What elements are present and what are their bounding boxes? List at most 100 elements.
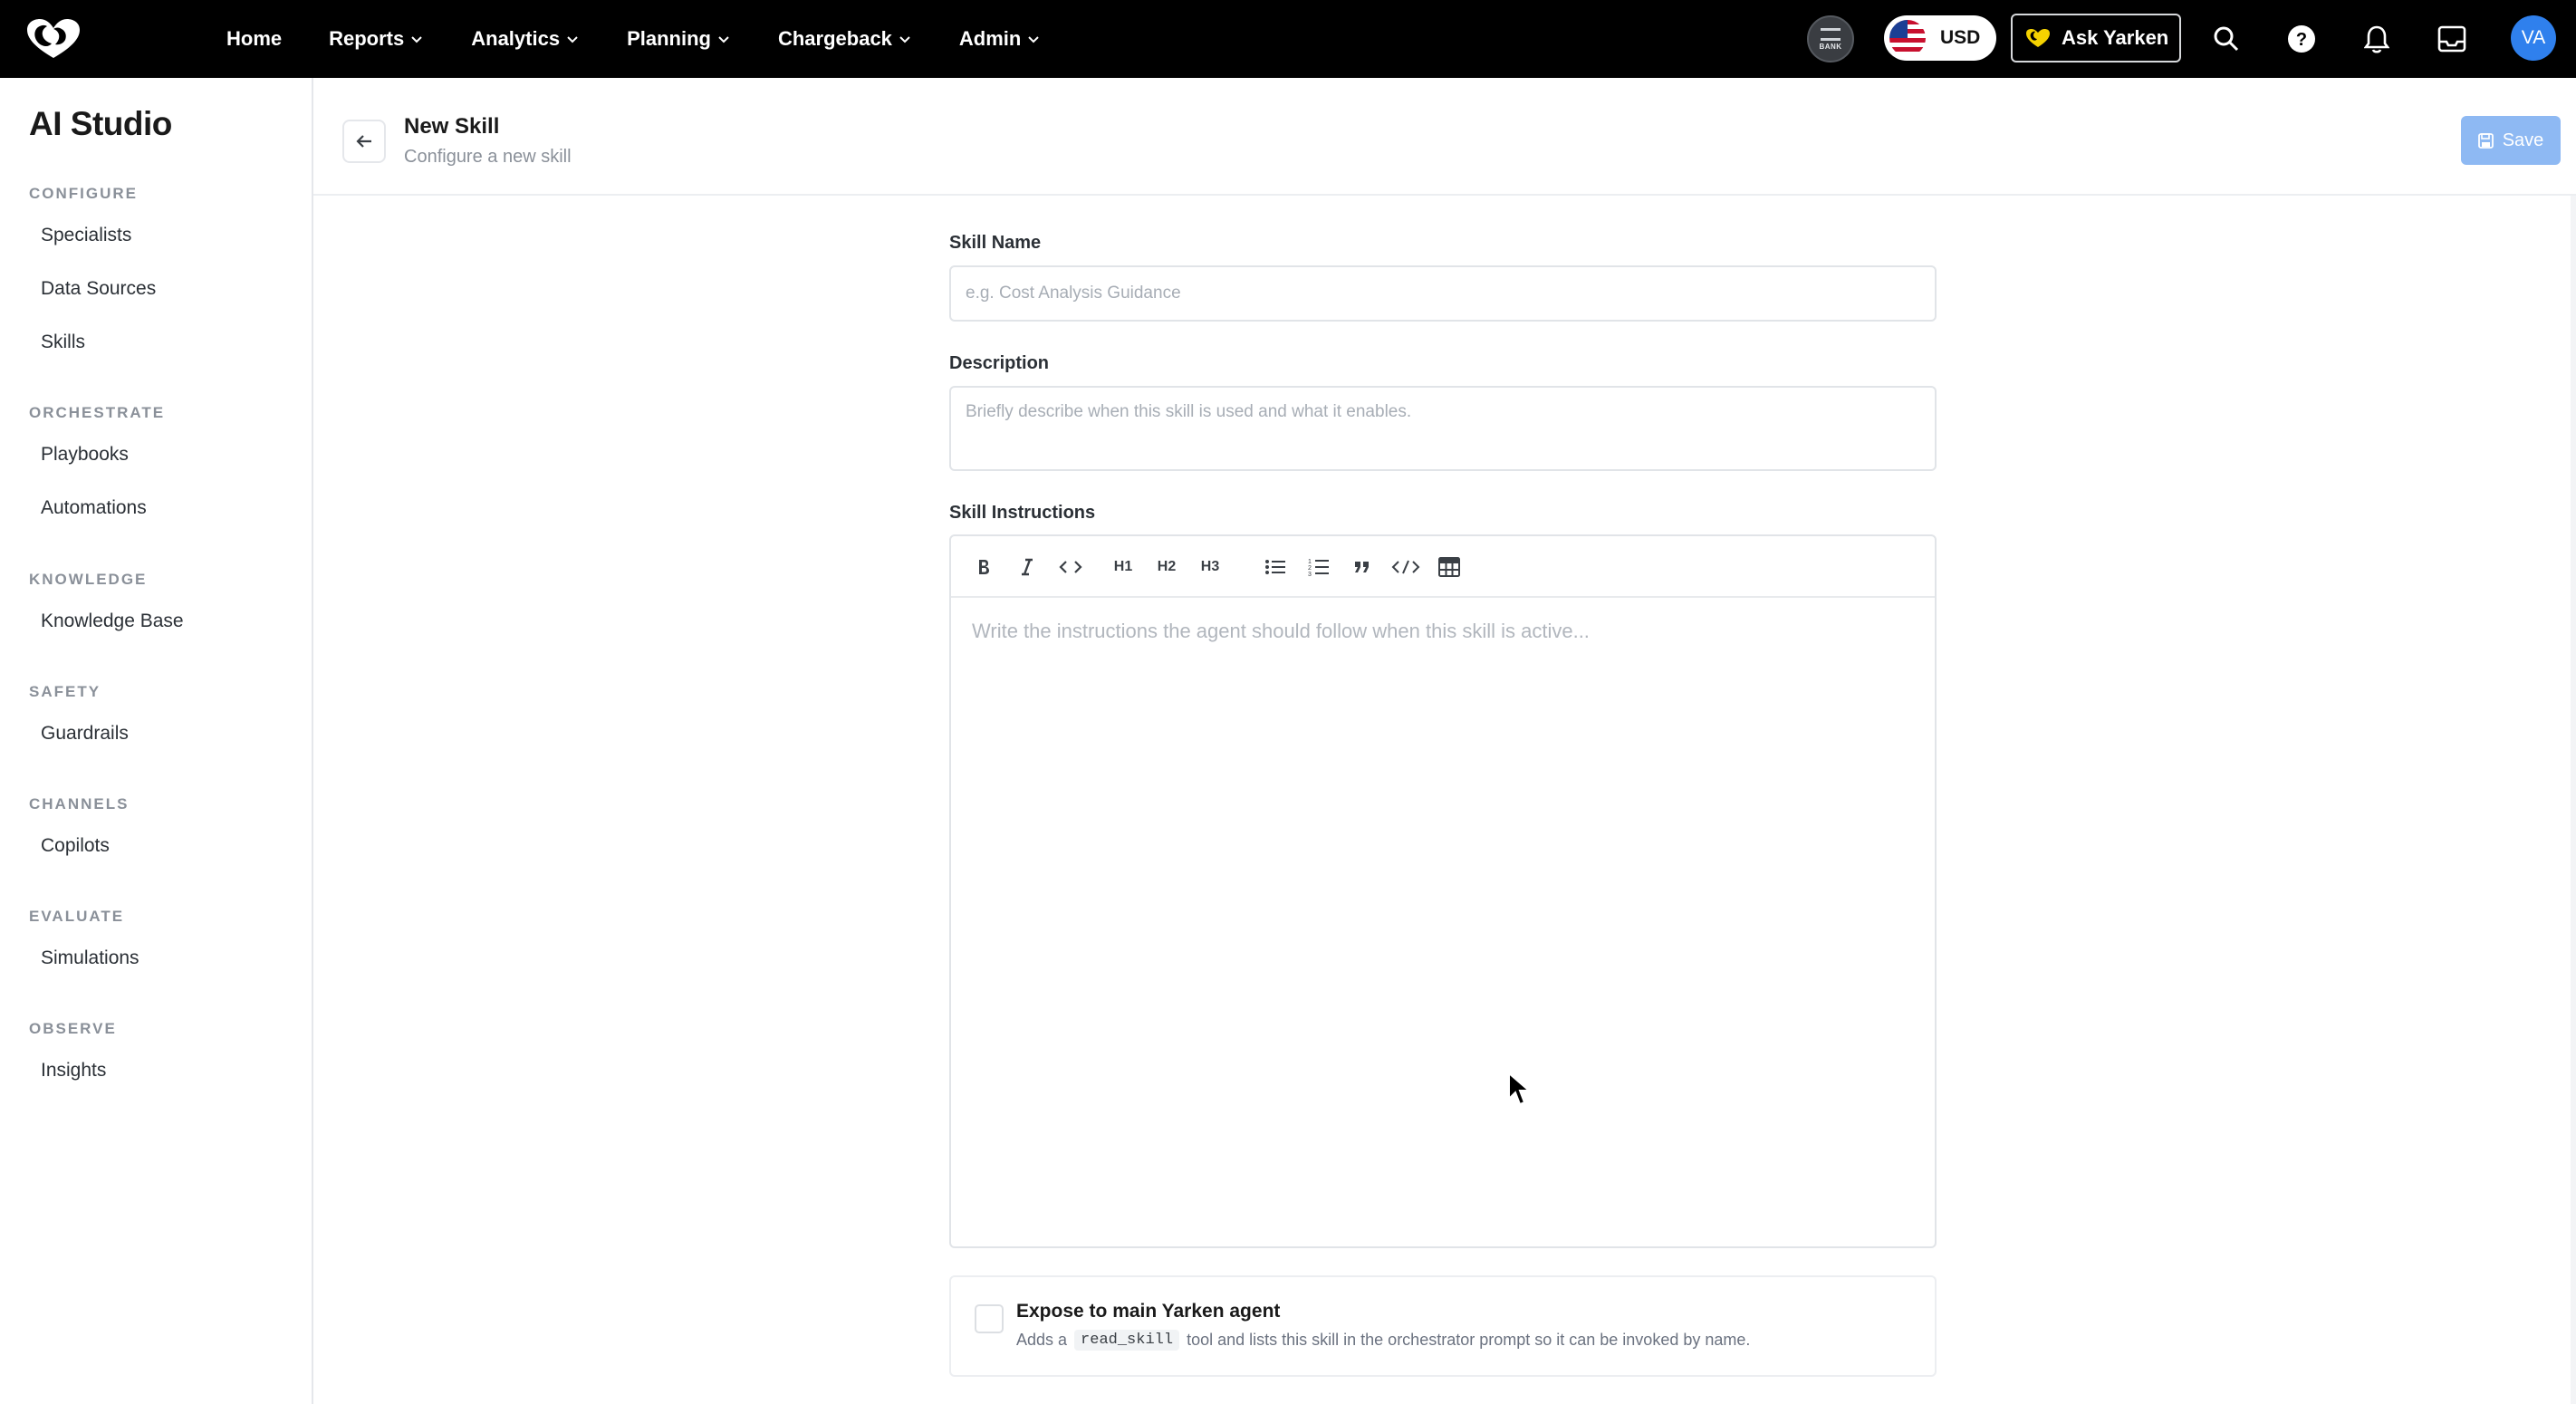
main-menu: Home Reports Analytics Planning Chargeba… (226, 0, 1088, 78)
italic-button[interactable] (1009, 549, 1045, 585)
blockquote-button[interactable] (1344, 549, 1380, 585)
bell-icon (2364, 25, 2389, 53)
italic-icon (1022, 558, 1033, 576)
nav-analytics-label: Analytics (471, 27, 561, 50)
bullet-list-button[interactable] (1257, 549, 1293, 585)
expose-desc-before: Adds a (1016, 1331, 1068, 1349)
sidebar-title: AI Studio (29, 105, 172, 142)
code-block-icon (1391, 560, 1420, 574)
yarken-logo-icon[interactable] (25, 18, 82, 60)
help-button[interactable]: ? (2283, 21, 2320, 57)
code-block-button[interactable] (1388, 549, 1424, 585)
nav-admin-label: Admin (958, 27, 1022, 50)
heading2-button[interactable]: H2 (1149, 549, 1185, 585)
expose-description: Adds a read_skill tool and lists this sk… (1016, 1330, 1750, 1351)
description-label: Description (949, 353, 1050, 373)
sidebar-item-skills[interactable]: Skills (41, 332, 85, 353)
nav-planning[interactable]: Planning (627, 27, 731, 51)
save-label: Save (2502, 130, 2544, 150)
nav-reports-label: Reports (329, 27, 405, 50)
mouse-cursor-icon (1508, 1072, 1532, 1106)
save-button[interactable]: Save (2461, 116, 2561, 165)
sidebar-item-automations[interactable]: Automations (41, 497, 147, 519)
description-input[interactable] (949, 386, 1937, 471)
instructions-placeholder: Write the instructions the agent should … (972, 620, 1590, 642)
top-navigation-bar: Home Reports Analytics Planning Chargeba… (0, 0, 2576, 78)
bank-icon (1821, 27, 1841, 41)
section-orchestrate: ORCHESTRATE (29, 404, 166, 421)
user-avatar[interactable]: VA (2511, 15, 2556, 61)
sidebar-item-guardrails[interactable]: Guardrails (41, 723, 129, 745)
skill-name-input[interactable] (949, 265, 1937, 322)
back-button[interactable] (342, 120, 386, 163)
bank-switcher[interactable]: BANK (1807, 15, 1854, 63)
arrow-left-icon (356, 135, 371, 148)
heading3-button[interactable]: H3 (1192, 549, 1228, 585)
search-button[interactable] (2208, 21, 2244, 57)
editor-toolbar: H1 H2 H3 123 (951, 536, 1935, 598)
section-knowledge: KNOWLEDGE (29, 571, 148, 588)
heading1-button[interactable]: H1 (1105, 549, 1141, 585)
table-icon (1438, 557, 1460, 577)
expose-option-card: Expose to main Yarken agent Adds a read_… (949, 1275, 1937, 1377)
section-evaluate: EVALUATE (29, 908, 125, 925)
inline-code-icon (1059, 561, 1082, 573)
inbox-icon (2437, 25, 2466, 53)
bullet-list-icon (1265, 560, 1285, 574)
svg-text:1: 1 (1308, 559, 1312, 565)
page-subtitle: Configure a new skill (404, 147, 572, 167)
bank-label: BANK (1819, 42, 1842, 51)
chevron-down-icon (411, 36, 422, 43)
page-title: New Skill (404, 114, 500, 139)
currency-label: USD (1940, 27, 1981, 48)
chevron-down-icon (567, 36, 578, 43)
expose-title: Expose to main Yarken agent (1016, 1301, 1281, 1322)
nav-planning-label: Planning (627, 27, 711, 50)
nav-chargeback-label: Chargeback (777, 27, 892, 50)
sidebar-item-data-sources[interactable]: Data Sources (41, 278, 156, 300)
nav-admin[interactable]: Admin (959, 27, 1041, 51)
ask-yarken-button[interactable]: Ask Yarken (2011, 14, 2181, 63)
nav-chargeback[interactable]: Chargeback (778, 27, 912, 51)
sidebar-item-simulations[interactable]: Simulations (41, 947, 139, 969)
chevron-down-icon (718, 36, 729, 43)
section-configure: CONFIGURE (29, 185, 138, 202)
inline-code-button[interactable] (1053, 549, 1089, 585)
chevron-down-icon (899, 36, 910, 43)
nav-analytics[interactable]: Analytics (471, 27, 580, 51)
svg-text:3: 3 (1308, 572, 1312, 577)
table-button[interactable] (1431, 549, 1467, 585)
section-observe: OBSERVE (29, 1020, 117, 1037)
search-icon (2214, 26, 2239, 52)
nav-home[interactable]: Home (226, 27, 282, 51)
instructions-editor-body[interactable] (951, 598, 1935, 1246)
sidebar-item-insights[interactable]: Insights (41, 1060, 106, 1082)
page-header: New Skill Configure a new skill Save (313, 78, 2576, 196)
currency-selector[interactable]: USD (1884, 15, 1996, 61)
us-flag-icon (1889, 20, 1926, 56)
save-icon (2477, 132, 2494, 149)
bold-icon (979, 560, 989, 574)
svg-text:2: 2 (1308, 565, 1312, 572)
ask-yarken-label: Ask Yarken (2062, 26, 2169, 49)
page-scrollbar[interactable] (2571, 196, 2576, 1404)
nav-reports[interactable]: Reports (329, 27, 424, 51)
numbered-list-icon: 123 (1308, 559, 1329, 577)
sidebar-item-specialists[interactable]: Specialists (41, 225, 131, 246)
yarken-heart-icon (2026, 29, 2050, 47)
bold-button[interactable] (966, 549, 1002, 585)
blockquote-icon (1355, 562, 1369, 572)
instructions-editor: H1 H2 H3 123 Write the instructions the … (949, 534, 1937, 1248)
sidebar-item-copilots[interactable]: Copilots (41, 835, 110, 857)
skill-name-label: Skill Name (949, 233, 1042, 253)
sidebar-item-playbooks[interactable]: Playbooks (41, 444, 129, 466)
notifications-button[interactable] (2359, 21, 2395, 57)
svg-text:?: ? (2296, 30, 2307, 50)
inbox-button[interactable] (2434, 21, 2470, 57)
skill-instructions-label: Skill Instructions (949, 503, 1096, 523)
section-safety: SAFETY (29, 683, 101, 700)
expose-checkbox[interactable] (975, 1304, 1004, 1333)
numbered-list-button[interactable]: 123 (1301, 549, 1337, 585)
section-channels: CHANNELS (29, 795, 130, 813)
sidebar-item-knowledge-base[interactable]: Knowledge Base (41, 611, 184, 632)
